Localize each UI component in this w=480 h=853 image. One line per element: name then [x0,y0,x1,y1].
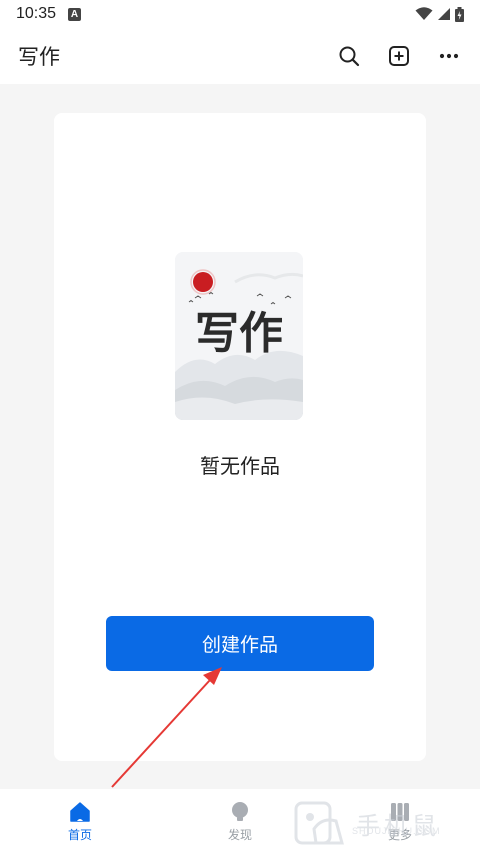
battery-icon [455,6,464,22]
signal-icon [438,8,450,20]
wifi-icon [415,7,433,20]
app-bar: 写作 [0,28,480,84]
status-time: 10:35 [16,5,57,22]
writing-cover-image: 写作 [175,252,303,420]
add-square-icon [389,46,409,66]
create-work-button[interactable]: 创建作品 [106,616,374,671]
add-button[interactable] [386,43,412,69]
nav-label-discover: 发现 [227,828,252,842]
watermark-subtext: SHOUJISHU.COM [352,826,441,836]
cover-title-text: 写作 [195,308,283,359]
more-icon [439,53,459,59]
empty-state-text: 暂无作品 [200,454,280,478]
status-bar: 10:35 A [0,0,480,28]
search-button[interactable] [336,43,362,69]
nav-label-home: 首页 [67,828,92,842]
home-icon [70,802,90,822]
app-actions [336,43,462,69]
page-title: 写作 [18,45,60,69]
empty-works-card: 写作 暂无作品 创建作品 [54,113,426,761]
ink-landscape-illustration: 写作 [175,252,303,420]
watermark-logo-icon [294,801,344,845]
search-icon [339,46,360,67]
bulb-icon [232,802,248,821]
nav-item-home[interactable]: 首页 [0,789,160,853]
watermark: 手机鼠 SHOUJISHU.COM [292,798,467,848]
status-icons [415,6,464,22]
notification-icon: A [68,7,82,21]
more-button[interactable] [436,43,462,69]
